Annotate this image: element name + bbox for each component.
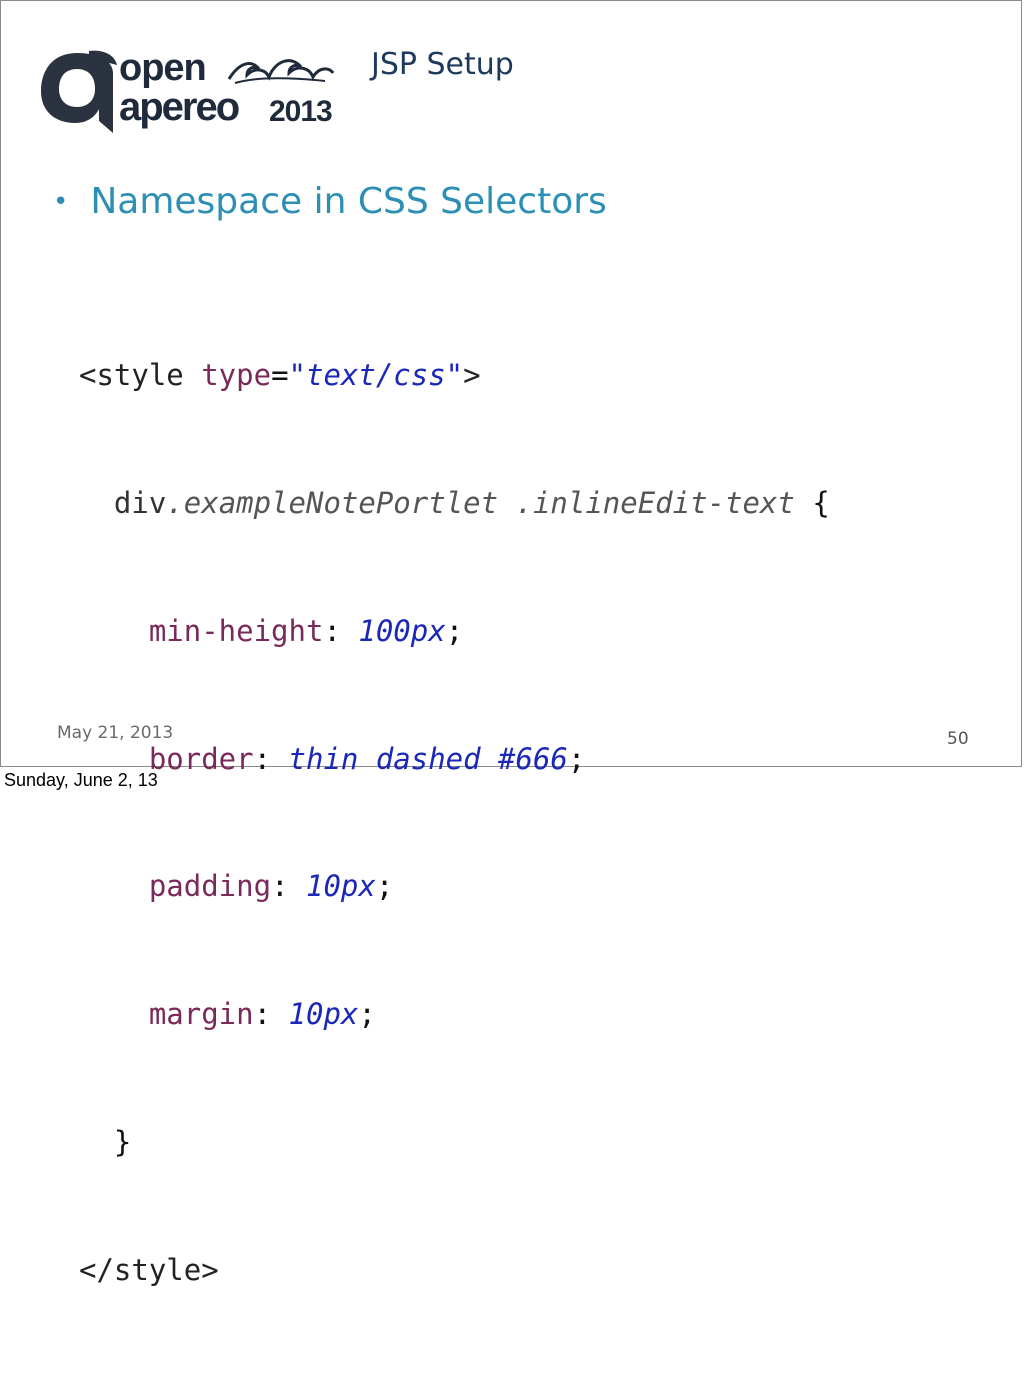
code-line-decl: padding: 10px; <box>148 869 394 904</box>
code-brace-close: } <box>113 1124 132 1159</box>
code-property: margin <box>148 997 254 1032</box>
code-close-tag: </style> <box>79 1252 219 1287</box>
code-line-selector: div.exampleNotePortlet .inlineEdit-text … <box>79 482 830 525</box>
code-property: padding <box>148 869 272 904</box>
wave-icon <box>227 59 335 84</box>
logo-year-text: 2013 <box>269 95 333 128</box>
code-value: 10px <box>288 997 359 1032</box>
code-line-decl: min-height: 100px; <box>148 613 464 648</box>
logo-apereo-text: apereo <box>119 85 240 129</box>
code-brace-open: { <box>812 485 830 520</box>
code-value: 100px <box>358 613 446 648</box>
code-selector-element: div <box>113 485 167 520</box>
code-line-close-tag: </style> <box>79 1249 830 1292</box>
code-value: thin dashed #666 <box>288 741 568 776</box>
code-attr-value: "text/css" <box>288 358 464 393</box>
code-selector-class: .exampleNotePortlet .inlineEdit-text <box>166 485 795 520</box>
code-attr: type <box>201 358 272 393</box>
code-line-decl: margin: 10px; <box>148 997 376 1032</box>
code-line-decl: border: thin dashed #666; <box>148 741 586 776</box>
slide-date: May 21, 2013 <box>57 723 174 743</box>
bullet-item: • Namespace in CSS Selectors <box>53 181 607 222</box>
code-eq: = <box>271 358 289 393</box>
bullet-dot-icon: • <box>53 186 69 217</box>
code-property: min-height <box>148 613 324 648</box>
code-block: <style type="text/css"> div.exampleNoteP… <box>79 269 830 1376</box>
open-apereo-logo: open apereo 2013 <box>37 43 347 135</box>
print-date-caption: Sunday, June 2, 13 <box>4 770 158 790</box>
code-line-close-brace: } <box>79 1121 830 1164</box>
code-value: 10px <box>305 869 376 904</box>
apereo-mark-icon <box>41 50 117 133</box>
slide: open apereo 2013 JSP Setup • Namespace i… <box>0 0 1022 1287</box>
code-tag-end: > <box>463 358 481 393</box>
page-number: 50 <box>947 729 969 749</box>
code-line-open-tag: <style type="text/css"> <box>79 354 830 397</box>
code-property: border <box>148 741 254 776</box>
logo-open-text: open <box>119 47 207 89</box>
bullet-text: Namespace in CSS Selectors <box>90 181 607 222</box>
slide-title: JSP Setup <box>371 47 514 82</box>
code-tag: <style <box>79 358 202 393</box>
